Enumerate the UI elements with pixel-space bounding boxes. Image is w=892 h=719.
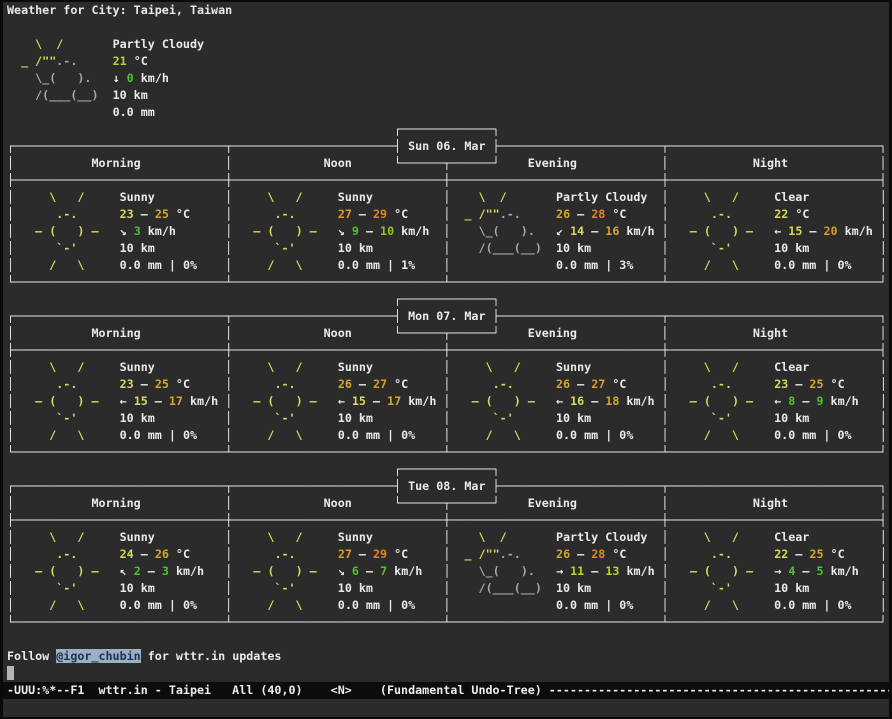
day-1-content-line: │ `-' 10 km │ `-' 10 km │ /(___(__) 10 k… (3, 240, 889, 257)
day-1-content-line: │ \ / Sunny │ \ / Sunny │ \ / Partly Clo… (3, 189, 889, 206)
buffer-title: Weather for City: Taipei, Taiwan (3, 2, 889, 19)
day-3-content-line: │ / \ 0.0 mm | 0% │ / \ 0.0 mm | 0% │ 0.… (3, 597, 889, 614)
current-conditions-line: _ /"".-. 21 °C (3, 53, 889, 70)
mode-line: -UUU:%*--F1 wttr.in - Taipei All (40,0) … (3, 682, 889, 699)
day-2-content-line: │ – ( ) – ← 15 – 17 km/h │ – ( ) – ← 15 … (3, 393, 889, 410)
day-3-header-line: │ Morning │ Noon └──────┬──────┘ Evening… (3, 495, 889, 512)
day-2-box-top: ┌─────────────┐ (3, 291, 889, 308)
text-cursor (7, 666, 14, 680)
day-1-header-line: │ Morning │ Noon └──────┬──────┘ Evening… (3, 155, 889, 172)
day-3-box-top: ┌─────────────┐ (3, 461, 889, 478)
emacs-buffer[interactable]: Weather for City: Taipei, Taiwan \ / Par… (3, 2, 889, 717)
terminal-screen: Weather for City: Taipei, Taiwan \ / Par… (0, 0, 892, 719)
day-1-date-line: ┌──────────────────────────────┬────────… (3, 138, 889, 155)
current-conditions-line: \_( ). ↓ 0 km/h (3, 70, 889, 87)
day-1-content-line: │ – ( ) – ↘ 3 km/h │ – ( ) – ↘ 9 – 10 km… (3, 223, 889, 240)
day-3-content-line: │ – ( ) – ↖ 2 – 3 km/h │ – ( ) – ↘ 6 – 7… (3, 563, 889, 580)
day-1-box-top: ┌─────────────┐ (3, 121, 889, 138)
day-3-date: Tue 08. Mar (408, 479, 485, 493)
blank-line (3, 631, 889, 648)
day-1-content-line: │ / \ 0.0 mm | 0% │ / \ 0.0 mm | 1% │ 0.… (3, 257, 889, 274)
day-2-content-line: │ / \ 0.0 mm | 0% │ / \ 0.0 mm | 0% │ / … (3, 427, 889, 444)
day-2-content-line: │ .-. 23 – 25 °C │ .-. 26 – 27 °C │ .-. … (3, 376, 889, 393)
day-2-content-line: │ \ / Sunny │ \ / Sunny │ \ / Sunny │ \ … (3, 359, 889, 376)
cursor-line (3, 665, 889, 682)
day-1-separator-line: ├──────────────────────────────┼────────… (3, 172, 889, 189)
day-1-bottom-border: └──────────────────────────────┴────────… (3, 274, 889, 291)
follow-line: Follow @igor_chubin for wttr.in updates (3, 648, 889, 665)
current-conditions-line: 0.0 mm (3, 104, 889, 121)
current-conditions-line: \ / Partly Cloudy (3, 36, 889, 53)
blank-line (3, 19, 889, 36)
day-3-separator-line: ├──────────────────────────────┼────────… (3, 512, 889, 529)
day-2-content-line: │ `-' 10 km │ `-' 10 km │ `-' 10 km │ `-… (3, 410, 889, 427)
day-3-content-line: │ \ / Sunny │ \ / Sunny │ \ / Partly Clo… (3, 529, 889, 546)
day-2-bottom-border: └──────────────────────────────┴────────… (3, 444, 889, 461)
day-1-content-line: │ .-. 23 – 25 °C │ .-. 27 – 29 °C │ _ /"… (3, 206, 889, 223)
minibuffer-line (3, 699, 889, 716)
day-3-content-line: │ .-. 24 – 26 °C │ .-. 27 – 29 °C │ _ /"… (3, 546, 889, 563)
day-2-date-line: ┌──────────────────────────────┬────────… (3, 308, 889, 325)
twitter-handle-link[interactable]: @igor_chubin (56, 649, 140, 663)
day-3-content-line: │ `-' 10 km │ `-' 10 km │ /(___(__) 10 k… (3, 580, 889, 597)
day-2-date: Mon 07. Mar (408, 309, 485, 323)
day-3-date-line: ┌──────────────────────────────┬────────… (3, 478, 889, 495)
day-1-date: Sun 06. Mar (408, 139, 485, 153)
day-2-header-line: │ Morning │ Noon └──────┬──────┘ Evening… (3, 325, 889, 342)
current-conditions-line: /(___(__) 10 km (3, 87, 889, 104)
day-2-separator-line: ├──────────────────────────────┼────────… (3, 342, 889, 359)
day-3-bottom-border: └──────────────────────────────┴────────… (3, 614, 889, 631)
